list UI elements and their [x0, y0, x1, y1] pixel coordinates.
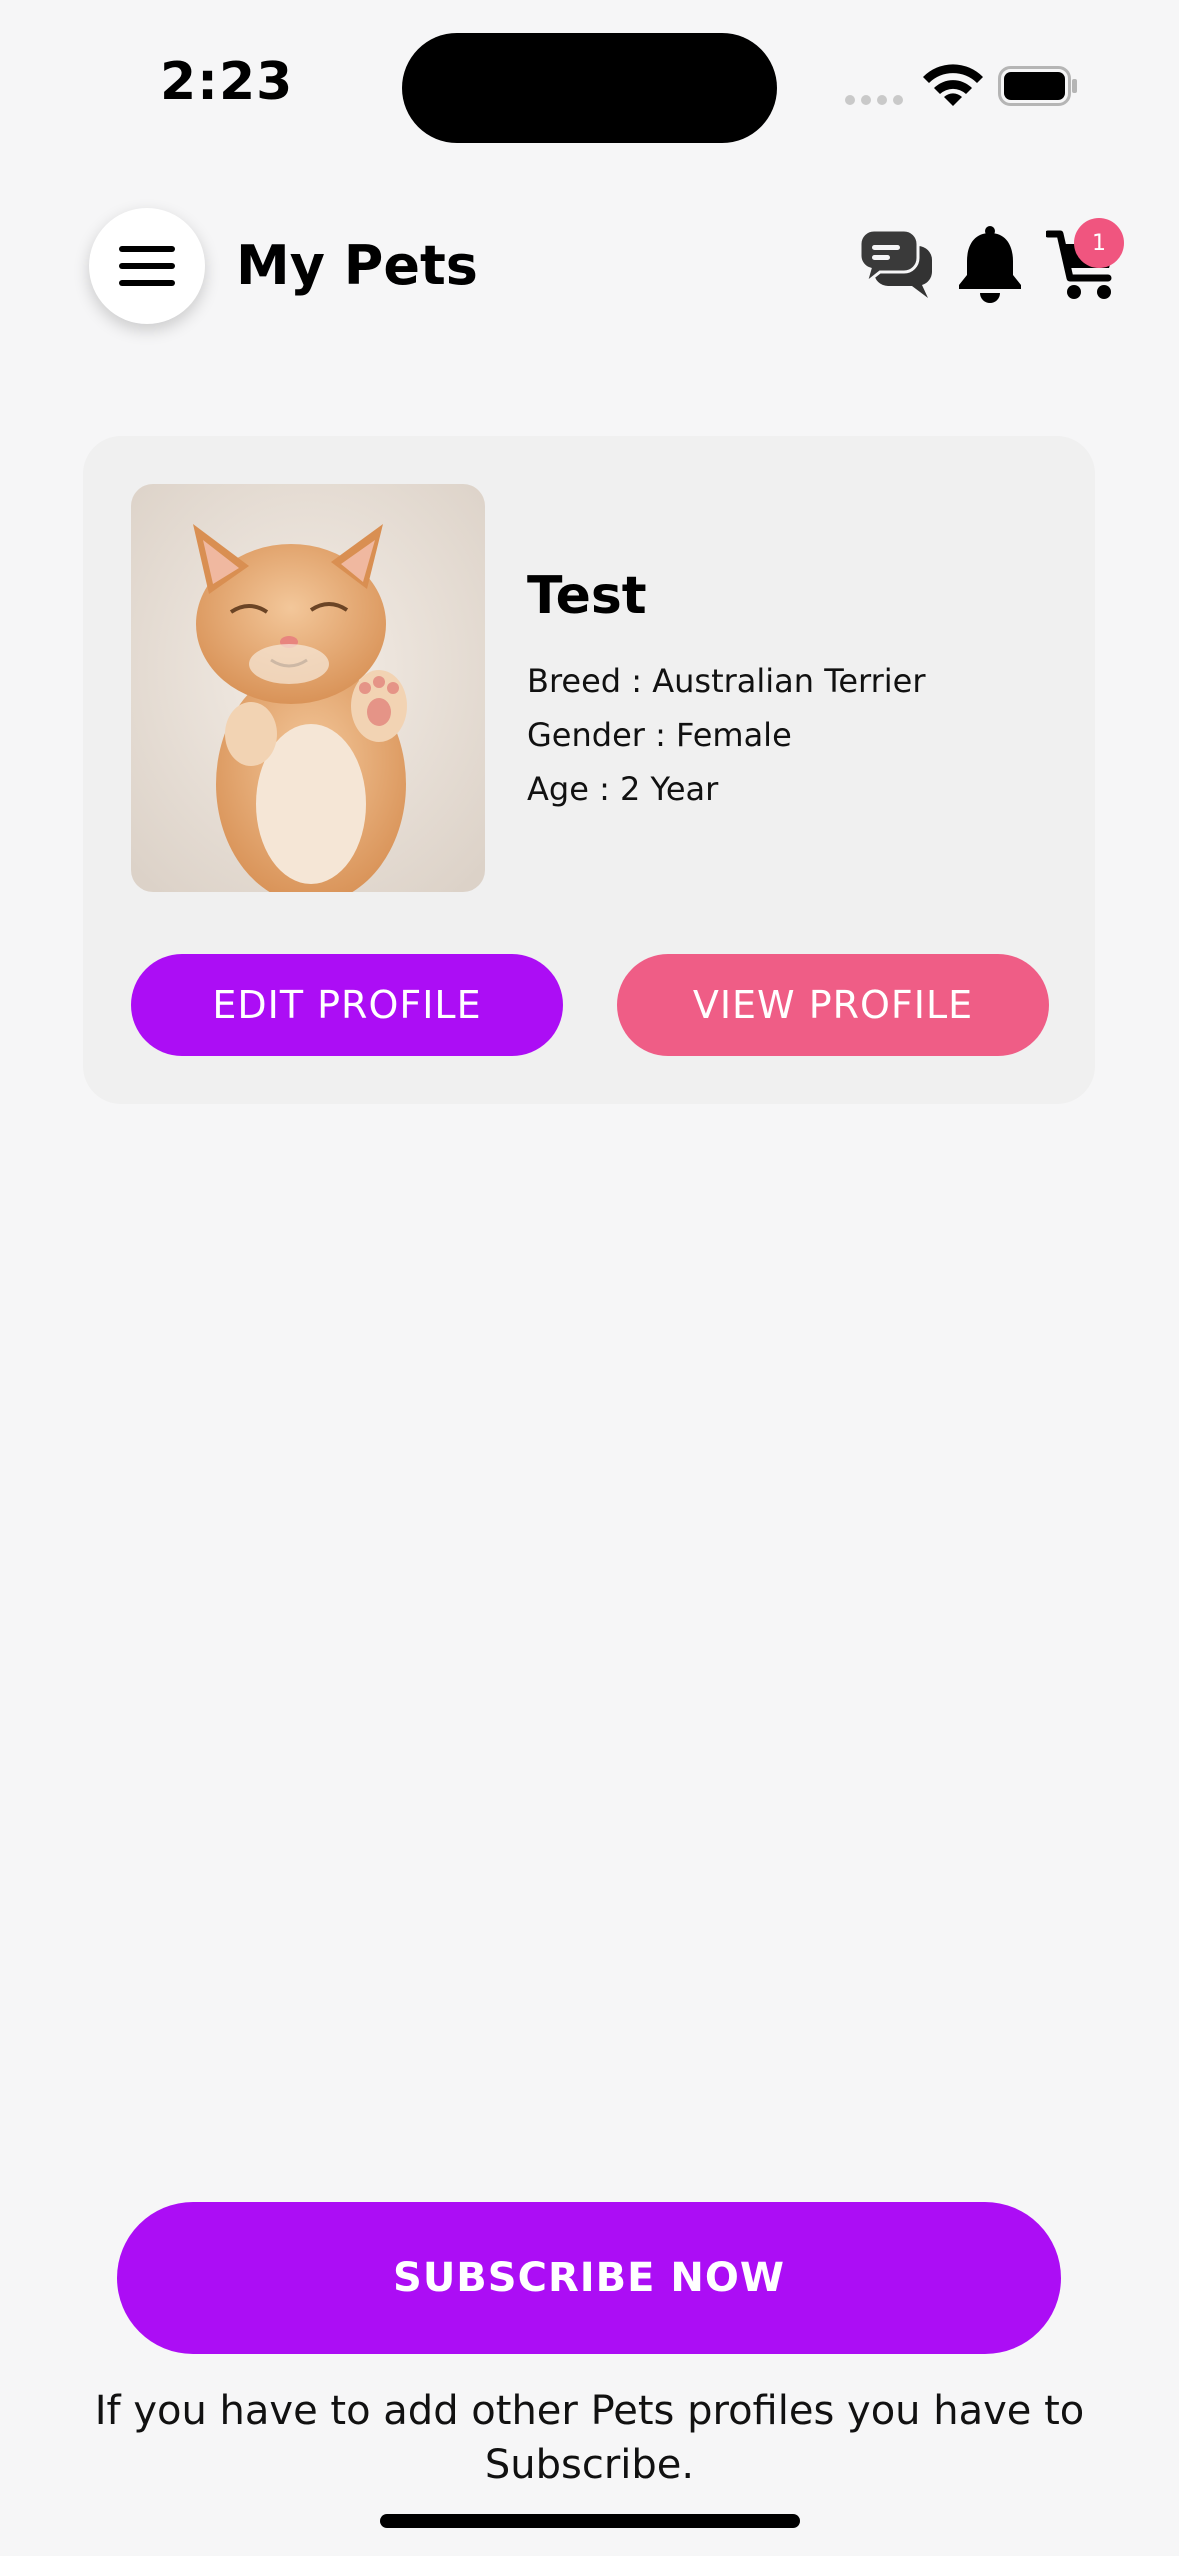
subscribe-note: If you have to add other Pets profiles y… [94, 2388, 1085, 2488]
pet-age: Age : 2 Year [527, 770, 719, 808]
page-title: My Pets [236, 234, 478, 297]
cellular-signal-icon [845, 95, 903, 105]
cart-count-badge: 1 [1074, 218, 1124, 268]
view-profile-button[interactable]: VIEW PROFILE [617, 954, 1049, 1056]
pet-name: Test [527, 566, 647, 626]
subscribe-now-button[interactable]: SUBSCRIBE NOW [117, 2202, 1061, 2354]
wifi-icon [923, 64, 983, 106]
pet-breed: Breed : Australian Terrier [527, 662, 926, 700]
status-time: 2:23 [160, 52, 294, 112]
hamburger-icon [119, 246, 175, 286]
menu-button[interactable] [89, 208, 205, 324]
home-indicator [380, 2514, 800, 2528]
dynamic-island [402, 33, 777, 143]
chat-icon[interactable] [858, 228, 934, 302]
notification-bell-icon[interactable] [955, 225, 1025, 303]
pet-gender: Gender : Female [527, 716, 792, 754]
battery-icon [998, 66, 1077, 106]
pet-photo [131, 484, 485, 892]
pet-card: Test Breed : Australian Terrier Gender :… [83, 436, 1095, 1104]
edit-profile-button[interactable]: EDIT PROFILE [131, 954, 563, 1056]
